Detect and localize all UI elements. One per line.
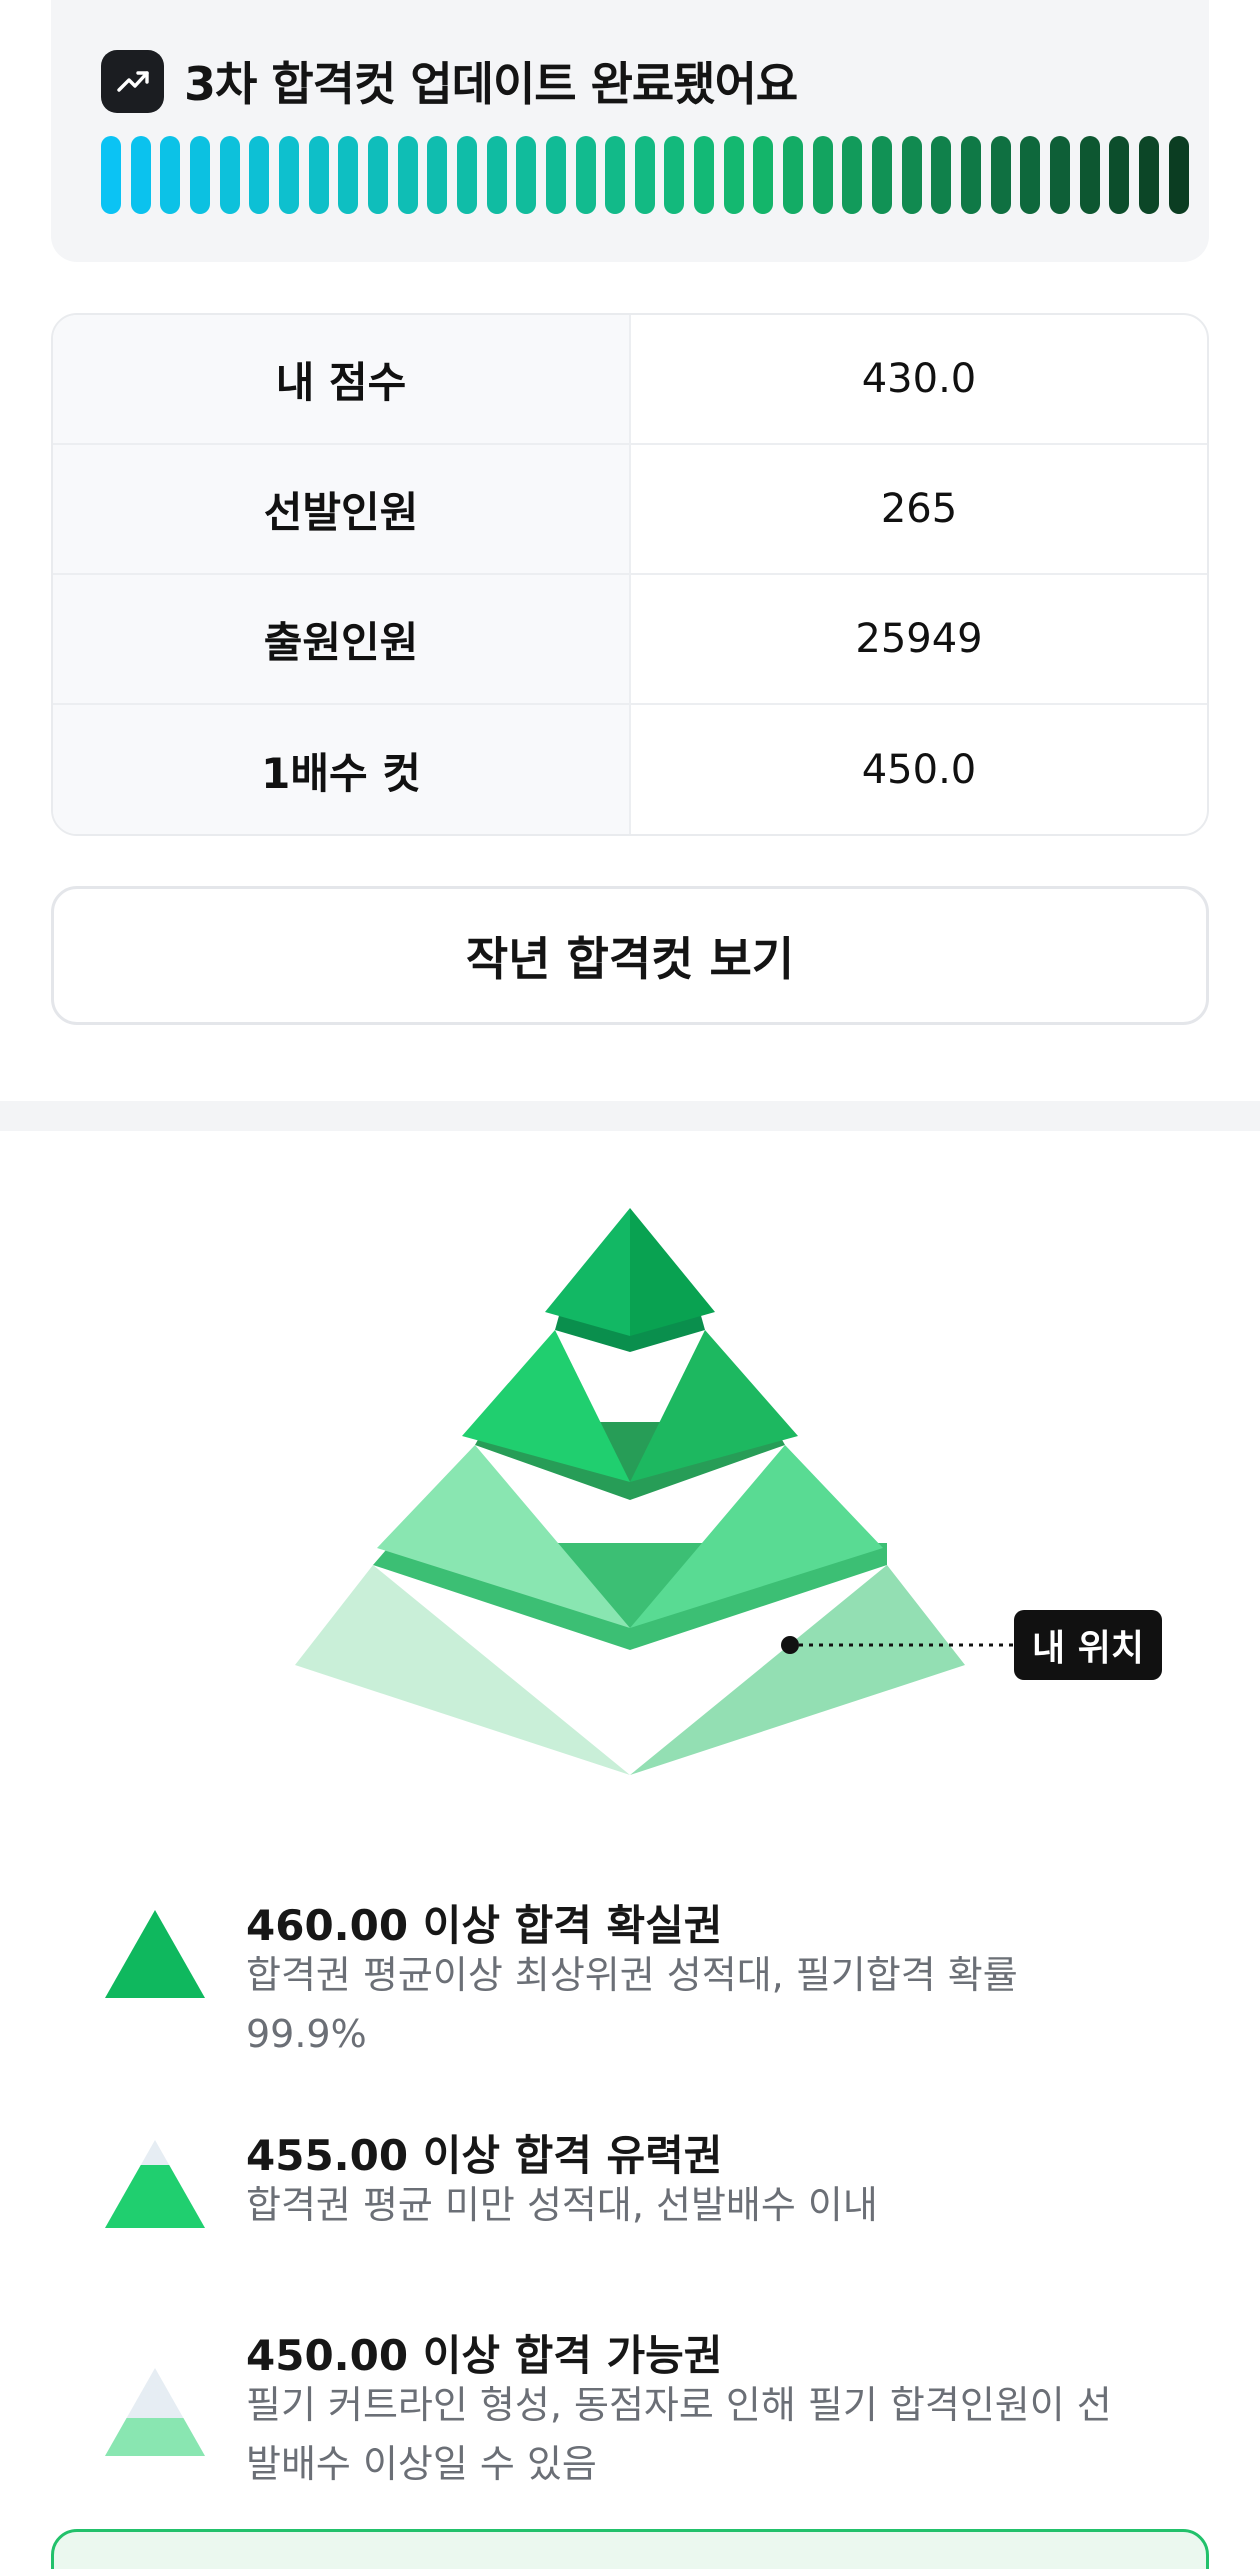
progress-bar-segment: [160, 136, 181, 214]
legend-item-certain: 460.00 이상 합격 확실권 합격권 평균이상 최상위권 성적대, 필기합격…: [0, 1880, 1260, 2056]
progress-bar-segment: [456, 136, 477, 214]
progress-bar-segment: [901, 136, 922, 214]
banner-header: 3차 합격컷 업데이트 완료됐어요: [101, 48, 798, 114]
progress-bar-segment: [961, 136, 982, 214]
banner-title: 3차 합격컷 업데이트 완료됐어요: [184, 57, 798, 111]
progress-bar-segment: [634, 136, 655, 214]
progress-bar-segment: [931, 136, 952, 214]
progress-bar-segment: [753, 136, 774, 214]
trend-up-icon: [101, 49, 164, 113]
legend-item-likely: 455.00 이상 합격 유력권 합격권 평균 미만 성적대, 선발배수 이내: [0, 2110, 1260, 2250]
legend-title: 450.00 이상 합격 가능권: [246, 2331, 723, 2380]
progress-bar-segment: [427, 136, 448, 214]
progress-bars: [101, 136, 1189, 214]
pyramid-tier-1-right: [630, 1208, 715, 1336]
progress-bar-segment: [872, 136, 893, 214]
legend-description: 합격권 평균 미만 성적대, 선발배수 이내: [246, 2183, 878, 2227]
result-alert-box: [51, 2529, 1209, 2569]
tier-2-triangle-icon: [105, 2140, 205, 2228]
progress-bar-segment: [723, 136, 744, 214]
progress-bar-segment: [189, 136, 210, 214]
progress-bar-segment: [338, 136, 359, 214]
info-label: 1배수 컷: [53, 705, 631, 834]
legend-item-possible: 450.00 이상 합격 가능권 필기 커트라인 형성, 동점자로 인해 필기 …: [0, 2310, 1260, 2510]
info-row-applicant-count: 출원인원 25949: [53, 575, 1207, 705]
progress-bar-segment: [278, 136, 299, 214]
progress-bar-segment: [1168, 136, 1189, 214]
progress-bar-segment: [516, 136, 537, 214]
info-value: 265: [880, 486, 958, 532]
progress-bar-segment: [783, 136, 804, 214]
progress-bar-segment: [1109, 136, 1130, 214]
progress-bar-segment: [308, 136, 329, 214]
progress-bar-segment: [486, 136, 507, 214]
legend-title: 455.00 이상 합격 유력권: [246, 2131, 723, 2180]
legend-description: 필기 커트라인 형성, 동점자로 인해 필기 합격인원이 선발배수 이상일 수 …: [246, 2383, 1112, 2486]
info-label: 선발인원: [53, 445, 631, 573]
pyramid-tier-1-left: [545, 1208, 630, 1336]
cutline-update-banner: 3차 합격컷 업데이트 완료됐어요: [51, 0, 1209, 262]
view-last-year-cutline-button[interactable]: 작년 합격컷 보기: [51, 886, 1209, 1025]
info-row-selection-count: 선발인원 265: [53, 445, 1207, 575]
progress-bar-segment: [990, 136, 1011, 214]
info-row-my-score: 내 점수 430.0: [53, 315, 1207, 445]
progress-bar-segment: [605, 136, 626, 214]
pyramid-graphic: [295, 1208, 1014, 1775]
legend-title: 460.00 이상 합격 확실권: [246, 1901, 723, 1950]
progress-bar-segment: [1020, 136, 1041, 214]
progress-bar-segment: [367, 136, 388, 214]
progress-bar-segment: [1050, 136, 1070, 214]
info-label: 내 점수: [53, 315, 631, 443]
progress-bar-segment: [130, 136, 151, 214]
progress-bar-segment: [1079, 136, 1100, 214]
progress-bar-segment: [575, 136, 596, 214]
progress-bar-segment: [101, 136, 121, 214]
tier-1-triangle-icon: [105, 1910, 205, 1998]
my-position-dot: [781, 1636, 799, 1654]
info-value: 430.0: [861, 356, 977, 402]
progress-bar-segment: [694, 136, 715, 214]
legend-description: 합격권 평균이상 최상위권 성적대, 필기합격 확률 99.9%: [246, 1953, 1018, 2056]
info-value: 450.0: [861, 747, 977, 793]
progress-bar-segment: [664, 136, 685, 214]
progress-bar-segment: [812, 136, 833, 214]
info-value: 25949: [855, 616, 983, 662]
progress-bar-segment: [545, 136, 566, 214]
section-divider: [0, 1101, 1260, 1131]
page: 3차 합격컷 업데이트 완료됐어요 내 점수 430.0 선발인원 265 출원…: [0, 0, 1260, 2569]
tier-3-triangle-icon: [105, 2368, 205, 2456]
info-label: 출원인원: [53, 575, 631, 703]
progress-bar-segment: [1138, 136, 1159, 214]
progress-bar-segment: [249, 136, 270, 214]
progress-bar-segment: [219, 136, 240, 214]
progress-bar-segment: [842, 136, 863, 214]
score-info-table: 내 점수 430.0 선발인원 265 출원인원 25949 1배수 컷 450…: [51, 313, 1209, 836]
my-position-label: 내 위치: [1014, 1610, 1162, 1680]
progress-bar-segment: [397, 136, 418, 214]
info-row-1x-cutline: 1배수 컷 450.0: [53, 705, 1207, 834]
